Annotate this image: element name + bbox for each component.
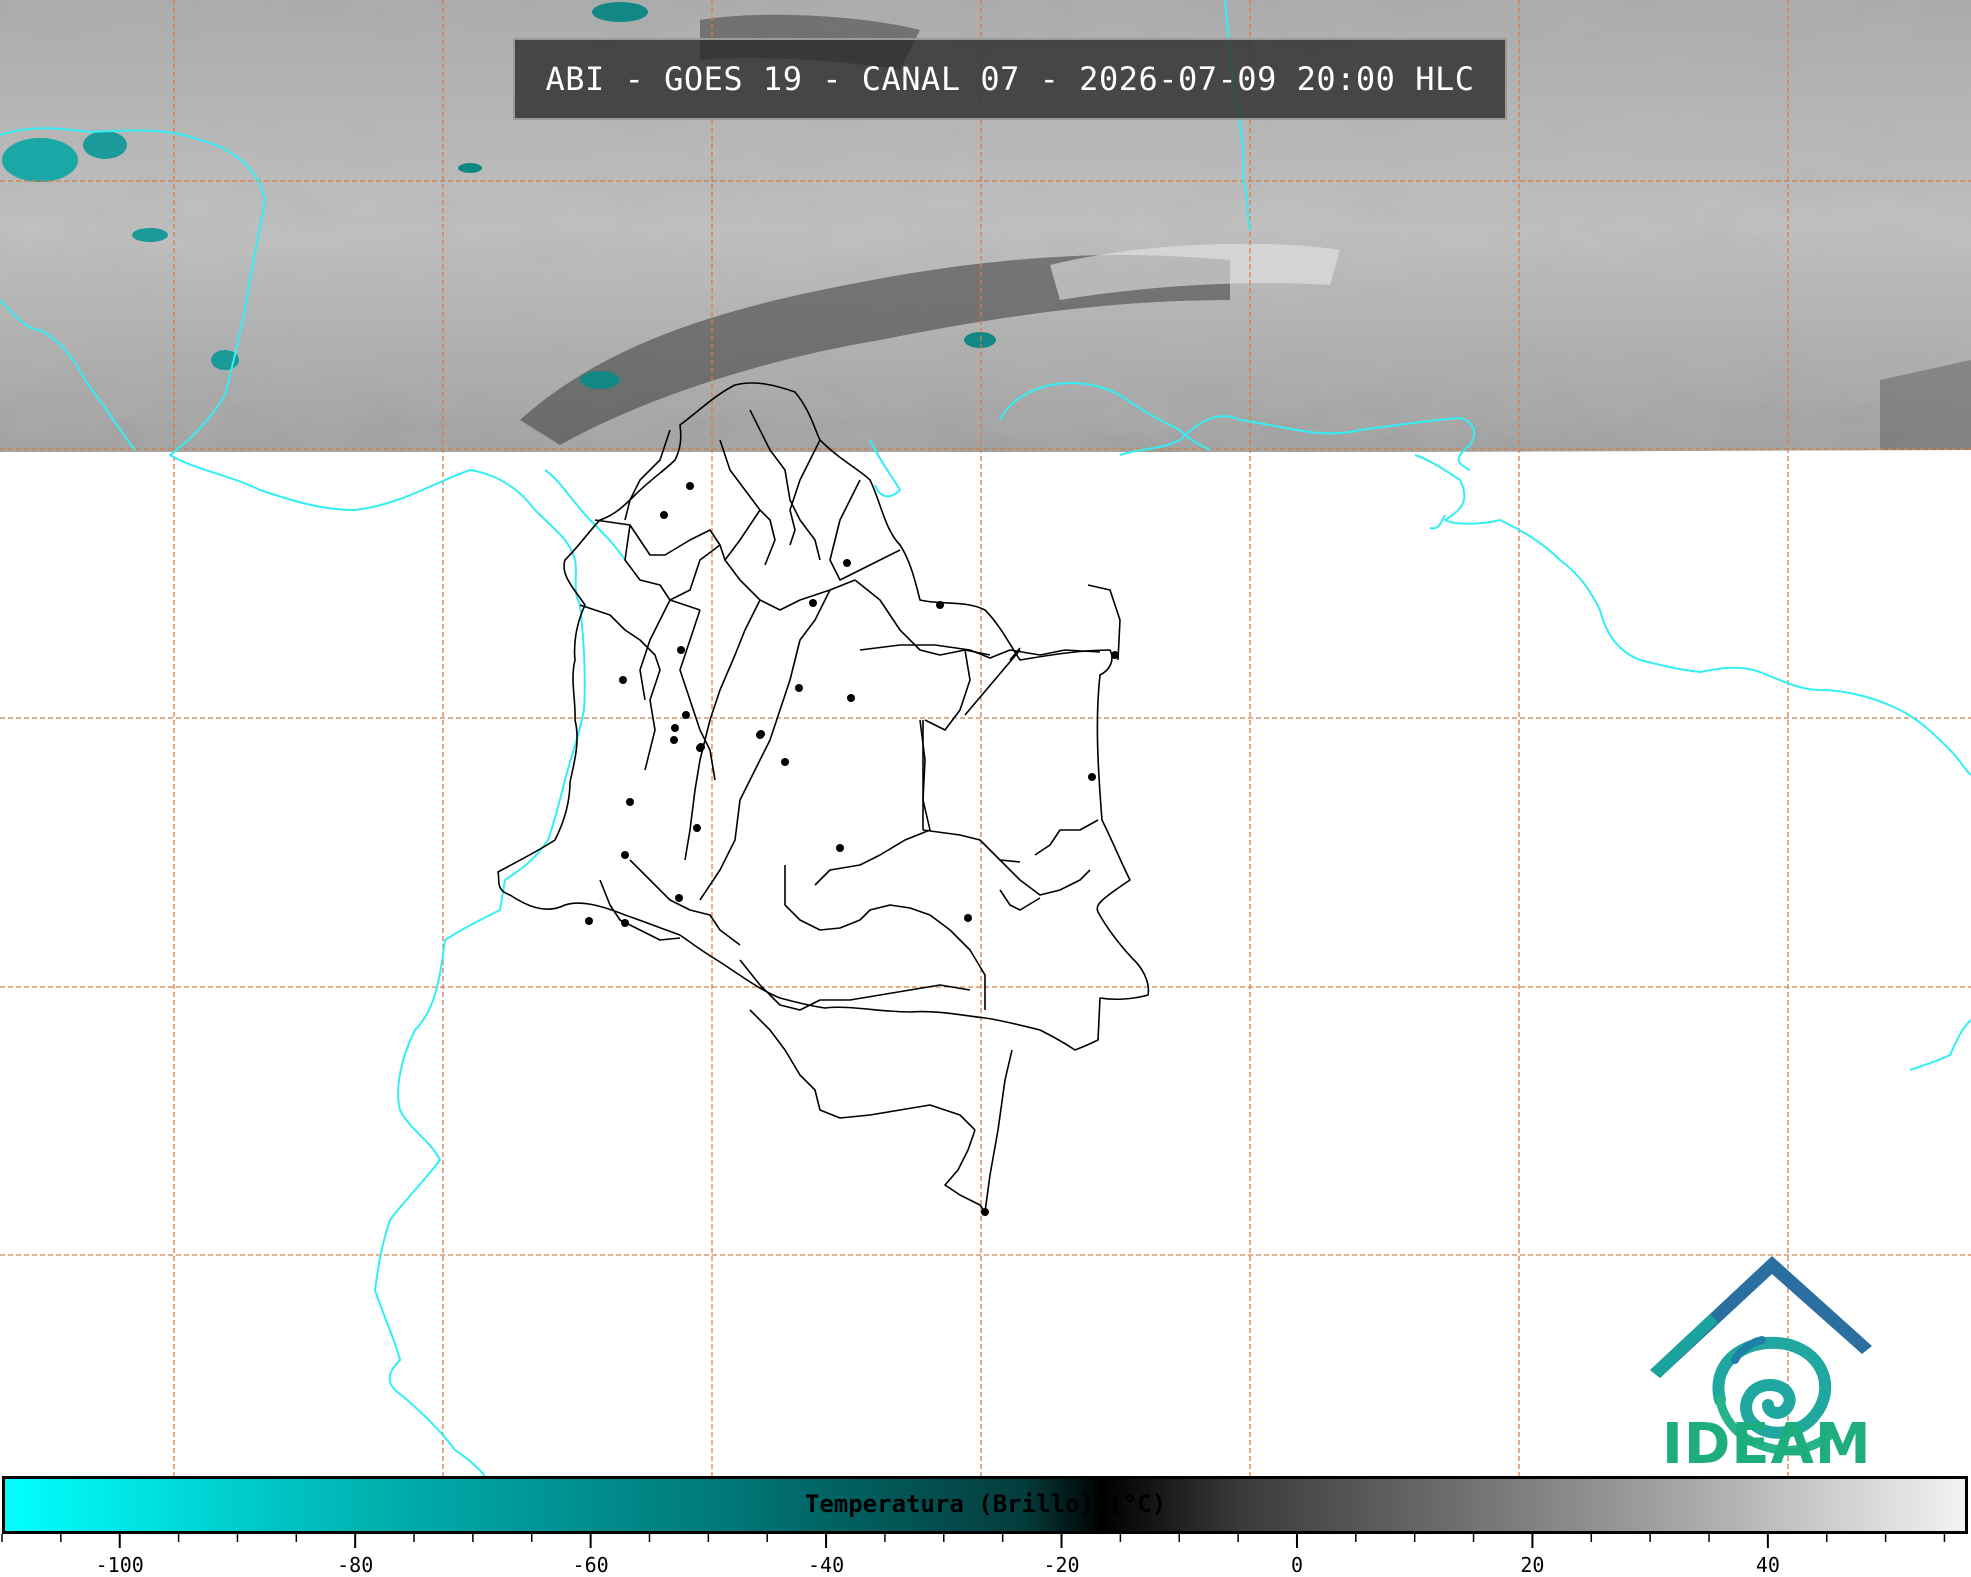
map-title: ABI - GOES 19 - CANAL 07 - 2026-07-09 20… [513, 38, 1507, 120]
ideam-logo-text: IDEAM [1662, 1412, 1872, 1477]
colorbar-tick-label: -40 [808, 1553, 845, 1577]
colorbar-tick-label: -20 [1043, 1553, 1080, 1577]
colorbar: Temperatura (Brillo) (°C) -100 -80 -60 -40-… [0, 1476, 1971, 1577]
colorbar-tick-label: 0 [1290, 1553, 1303, 1577]
satellite-map-viewer: ABI - GOES 19 - CANAL 07 - 2026-07-09 20… [0, 0, 1971, 1577]
colorbar-ticks [1, 1534, 1946, 1548]
colorbar-tick-label: 20 [1520, 1553, 1545, 1577]
colorbar-tick-label: 40 [1755, 1553, 1780, 1577]
colorbar-tick-label: -80 [337, 1553, 374, 1577]
colorbar-tick-label: -60 [572, 1553, 609, 1577]
country-borders [497, 382, 1150, 1213]
colorbar-tick-label: -100 [95, 1553, 144, 1577]
